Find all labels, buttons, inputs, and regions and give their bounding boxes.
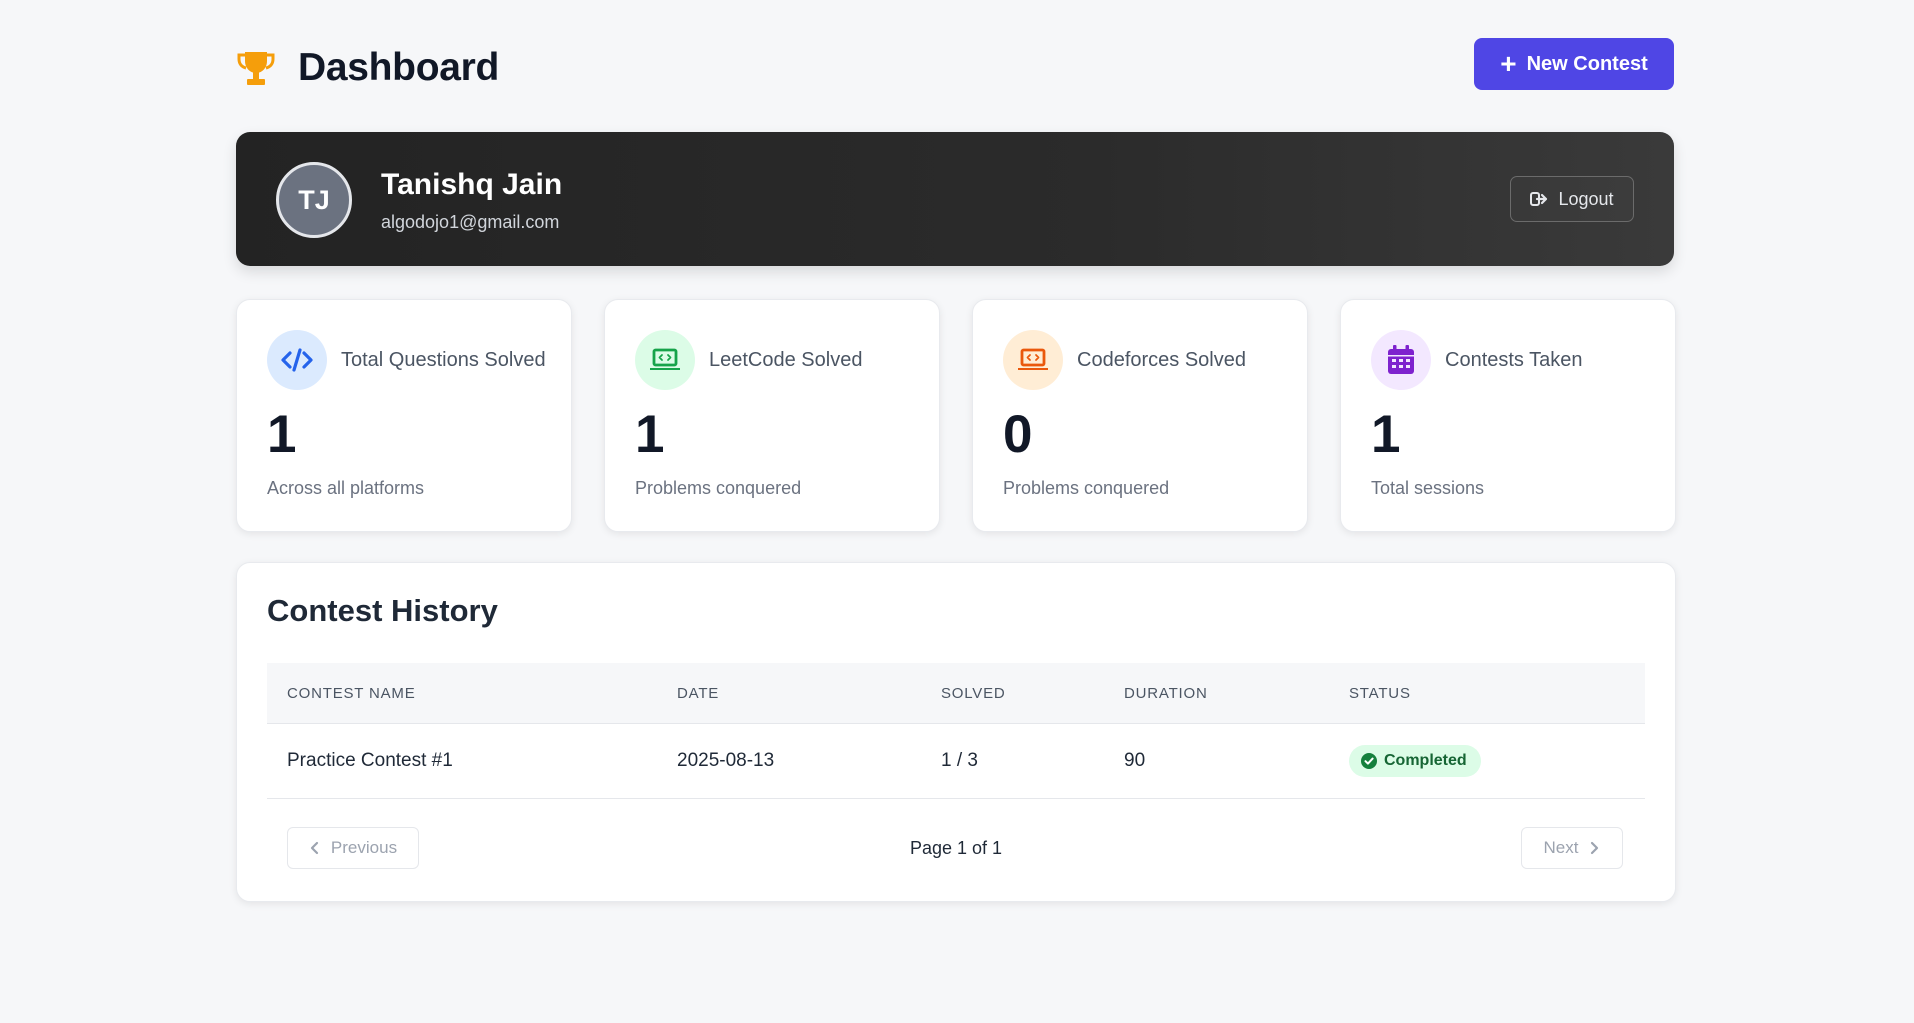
stat-card-leetcode: LeetCode Solved 1 Problems conquered — [604, 299, 940, 532]
new-contest-label: New Contest — [1526, 52, 1648, 75]
stat-subtitle: Across all platforms — [267, 478, 425, 498]
brand: Dashboard — [236, 46, 499, 90]
chevron-right-icon — [1591, 841, 1599, 855]
logout-icon — [1530, 192, 1548, 206]
trophy-icon — [237, 52, 275, 85]
table-row[interactable]: Practice Contest #1 2025-08-13 1 / 3 90 … — [267, 724, 1645, 799]
stat-subtitle: Problems conquered — [635, 478, 802, 498]
stat-label: Codeforces Solved — [1077, 348, 1246, 371]
laptop-code-icon — [635, 330, 695, 390]
stat-label: Contests Taken — [1445, 348, 1583, 371]
page-header: Dashboard + New Contest — [236, 38, 1674, 92]
cell-contest-name: Practice Contest #1 — [287, 750, 453, 771]
cell-date: 2025-08-13 — [677, 750, 775, 771]
new-contest-button[interactable]: + New Contest — [1474, 38, 1674, 90]
contest-history-card: Contest History CONTEST NAME DATE SOLVED… — [236, 562, 1676, 902]
status-text: Completed — [1384, 752, 1467, 769]
cell-solved: 1 / 3 — [941, 750, 978, 771]
laptop-code-icon — [1003, 330, 1063, 390]
stat-card-total-questions: Total Questions Solved 1 Across all plat… — [236, 299, 572, 532]
next-label: Next — [1543, 838, 1579, 857]
stat-subtitle: Total sessions — [1371, 478, 1485, 498]
column-header-date: DATE — [677, 684, 720, 702]
cell-status: Completed — [1349, 724, 1481, 798]
next-page-button[interactable]: Next — [1521, 827, 1623, 869]
stat-card-contests: Contests Taken 1 Total sessions — [1340, 299, 1676, 532]
page-title: Dashboard — [298, 46, 500, 89]
avatar: TJ — [276, 162, 352, 238]
contest-history-title: Contest History — [267, 593, 498, 628]
stat-value: 0 — [1003, 405, 1033, 464]
check-circle-icon — [1361, 753, 1377, 769]
profile-card: TJ Tanishq Jain algodojo1@gmail.com Logo… — [236, 132, 1674, 266]
stat-value: 1 — [267, 405, 297, 464]
stat-value: 1 — [635, 405, 665, 464]
column-header-contest-name: CONTEST NAME — [287, 684, 416, 702]
plus-icon: + — [1500, 48, 1517, 79]
status-badge: Completed — [1349, 745, 1481, 777]
user-name: Tanishq Jain — [381, 168, 563, 201]
column-header-solved: SOLVED — [941, 684, 1006, 702]
code-icon — [267, 330, 327, 390]
page-indicator: Page 1 of 1 — [909, 837, 1003, 858]
stat-label: Total Questions Solved — [341, 348, 546, 371]
stat-subtitle: Problems conquered — [1003, 478, 1170, 498]
calendar-icon — [1371, 330, 1431, 390]
logout-button[interactable]: Logout — [1510, 176, 1634, 222]
stat-card-codeforces: Codeforces Solved 0 Problems conquered — [972, 299, 1308, 532]
stat-label: LeetCode Solved — [709, 348, 863, 371]
table-header: CONTEST NAME DATE SOLVED DURATION STATUS — [267, 663, 1645, 724]
column-header-duration: DURATION — [1124, 684, 1208, 702]
stat-value: 1 — [1371, 405, 1401, 464]
user-email: algodojo1@gmail.com — [381, 212, 560, 232]
column-header-status: STATUS — [1349, 684, 1411, 702]
cell-duration: 90 — [1124, 750, 1146, 771]
logout-label: Logout — [1558, 188, 1614, 209]
